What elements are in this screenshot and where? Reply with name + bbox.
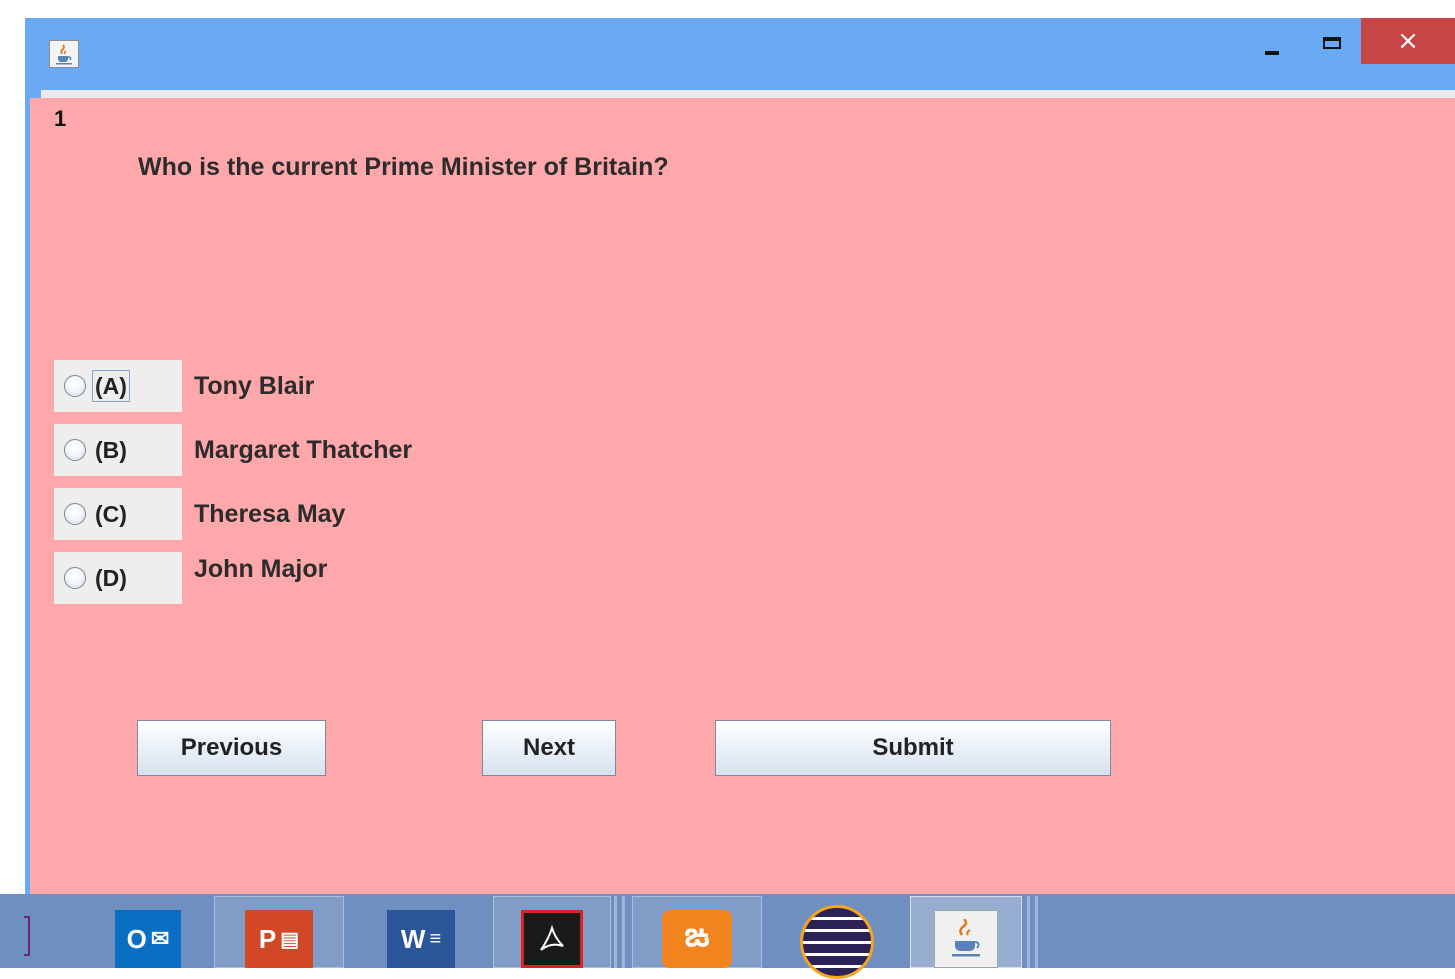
- java-icon: [934, 910, 998, 968]
- taskbar-separator: [614, 896, 617, 968]
- onenote-edge-icon[interactable]: [24, 916, 30, 956]
- taskbar-powerpoint[interactable]: P ▤: [214, 896, 344, 968]
- word-icon: W ≡: [387, 910, 455, 968]
- next-button[interactable]: Next: [482, 720, 616, 776]
- option-c-text: Theresa May: [194, 500, 346, 528]
- taskbar-java[interactable]: [910, 896, 1022, 968]
- radio-circle-icon[interactable]: [64, 567, 86, 589]
- minimize-button[interactable]: [1250, 28, 1294, 64]
- xampp-icon: ఙ: [662, 910, 732, 968]
- taskbar-acrobat[interactable]: [493, 896, 611, 968]
- close-button[interactable]: ×: [1361, 18, 1455, 64]
- option-letter: (C): [95, 501, 127, 527]
- option-d-radio[interactable]: (D): [54, 552, 182, 604]
- taskbar-separator: [1035, 896, 1038, 968]
- option-b-radio[interactable]: (B): [54, 424, 182, 476]
- radio-circle-icon[interactable]: [64, 503, 86, 525]
- taskbar-word[interactable]: W ≡: [356, 896, 486, 968]
- option-letter: (D): [95, 565, 127, 591]
- acrobat-icon: [521, 910, 583, 968]
- taskbar-xampp[interactable]: ఙ: [632, 896, 762, 968]
- taskbar-separator: [622, 896, 625, 968]
- java-coffee-icon[interactable]: [49, 40, 79, 68]
- option-c-radio[interactable]: (C): [54, 488, 182, 540]
- submit-button[interactable]: Submit: [715, 720, 1111, 776]
- taskbar-separator: [1027, 896, 1030, 968]
- taskbar-eclipse[interactable]: [772, 896, 902, 979]
- title-bar[interactable]: ×: [25, 18, 1455, 86]
- powerpoint-icon: P ▤: [245, 910, 313, 968]
- option-letter: (A): [92, 370, 130, 402]
- option-a-radio[interactable]: (A): [54, 360, 182, 412]
- close-icon: ×: [1397, 26, 1419, 56]
- question-text: Who is the current Prime Minister of Bri…: [138, 153, 669, 181]
- question-number: 1: [54, 106, 67, 131]
- taskbar-outlook[interactable]: O ✉: [88, 896, 208, 968]
- taskbar: O ✉ P ▤ W ≡ ఙ: [0, 894, 1455, 979]
- option-d-text: John Major: [194, 555, 328, 583]
- quiz-panel: [30, 98, 1455, 898]
- option-b-text: Margaret Thatcher: [194, 436, 413, 464]
- outlook-icon: O ✉: [115, 910, 181, 968]
- option-letter: (B): [95, 437, 127, 463]
- option-a-text: Tony Blair: [194, 372, 315, 400]
- previous-button[interactable]: Previous: [137, 720, 326, 776]
- radio-circle-icon[interactable]: [64, 375, 86, 397]
- maximize-button[interactable]: [1310, 28, 1354, 64]
- radio-circle-icon[interactable]: [64, 439, 86, 461]
